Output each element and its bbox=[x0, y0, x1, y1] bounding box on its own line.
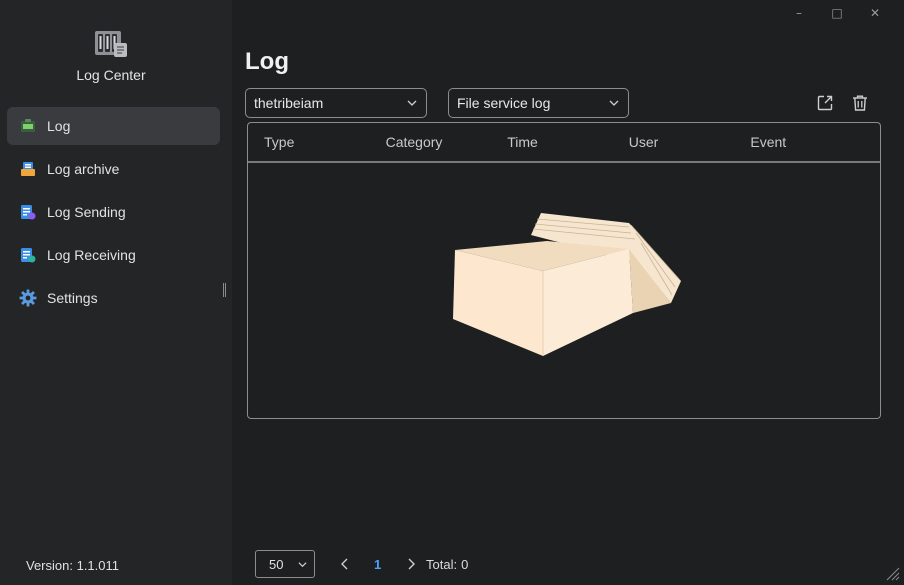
sidebar-item-label: Log Receiving bbox=[47, 247, 136, 263]
sidebar-item-settings[interactable]: Settings bbox=[7, 279, 220, 317]
app-name: Log Center bbox=[76, 67, 146, 83]
log-table: Type Category Time User Event bbox=[247, 122, 881, 419]
chevron-down-icon bbox=[407, 100, 417, 106]
sidebar: Log Center Log Log archive Log Sending L… bbox=[0, 0, 232, 585]
host-select[interactable]: thetribeiam bbox=[245, 88, 427, 118]
chevron-down-icon bbox=[298, 562, 307, 568]
sidebar-item-label: Settings bbox=[47, 290, 98, 306]
log-icon bbox=[19, 117, 37, 135]
log-receiving-icon bbox=[19, 246, 37, 264]
sidebar-item-log-archive[interactable]: Log archive bbox=[7, 150, 220, 188]
page-size-select[interactable]: 50 bbox=[255, 550, 315, 578]
export-icon[interactable] bbox=[816, 94, 834, 112]
chevron-down-icon bbox=[609, 100, 619, 106]
maximize-button[interactable]: □ bbox=[818, 4, 856, 22]
window-controls: – □ ✕ bbox=[780, 4, 894, 22]
sidebar-item-log[interactable]: Log bbox=[7, 107, 220, 145]
host-select-value: thetribeiam bbox=[254, 95, 324, 111]
page-size-value: 50 bbox=[269, 556, 284, 572]
sidebar-nav: Log Log archive Log Sending Log Receivin… bbox=[7, 107, 220, 322]
table-header: Type Category Time User Event bbox=[248, 123, 880, 163]
sidebar-item-label: Log archive bbox=[47, 161, 120, 177]
resize-grip-icon[interactable] bbox=[886, 567, 900, 581]
column-header-user[interactable]: User bbox=[613, 134, 735, 150]
version-label: Version: 1.1.011 bbox=[26, 558, 119, 573]
total-label: Total: bbox=[426, 557, 458, 572]
sidebar-item-label: Log bbox=[47, 118, 71, 134]
total-value: 0 bbox=[461, 557, 469, 572]
page-title: Log bbox=[245, 48, 289, 75]
log-sending-icon bbox=[19, 203, 37, 221]
current-page[interactable]: 1 bbox=[374, 557, 381, 572]
empty-box-icon bbox=[453, 213, 681, 356]
column-header-category[interactable]: Category bbox=[370, 134, 492, 150]
close-button[interactable]: ✕ bbox=[856, 4, 894, 22]
total-count: Total: 0 bbox=[426, 557, 468, 572]
chevron-right-icon[interactable] bbox=[405, 557, 417, 571]
column-header-type[interactable]: Type bbox=[248, 134, 370, 150]
sidebar-item-log-sending[interactable]: Log Sending bbox=[7, 193, 220, 231]
minimize-button[interactable]: – bbox=[780, 4, 818, 22]
chevron-left-icon[interactable] bbox=[339, 557, 351, 571]
log-type-select[interactable]: File service log bbox=[448, 88, 629, 118]
sidebar-resize-handle[interactable] bbox=[223, 283, 226, 297]
column-header-event[interactable]: Event bbox=[734, 134, 856, 150]
log-center-logo-icon bbox=[95, 31, 127, 57]
archive-icon bbox=[19, 160, 37, 178]
gear-icon bbox=[19, 289, 37, 307]
sidebar-item-label: Log Sending bbox=[47, 204, 126, 220]
trash-icon[interactable] bbox=[851, 94, 869, 112]
log-type-select-value: File service log bbox=[457, 95, 551, 111]
sidebar-item-log-receiving[interactable]: Log Receiving bbox=[7, 236, 220, 274]
column-header-time[interactable]: Time bbox=[491, 134, 613, 150]
